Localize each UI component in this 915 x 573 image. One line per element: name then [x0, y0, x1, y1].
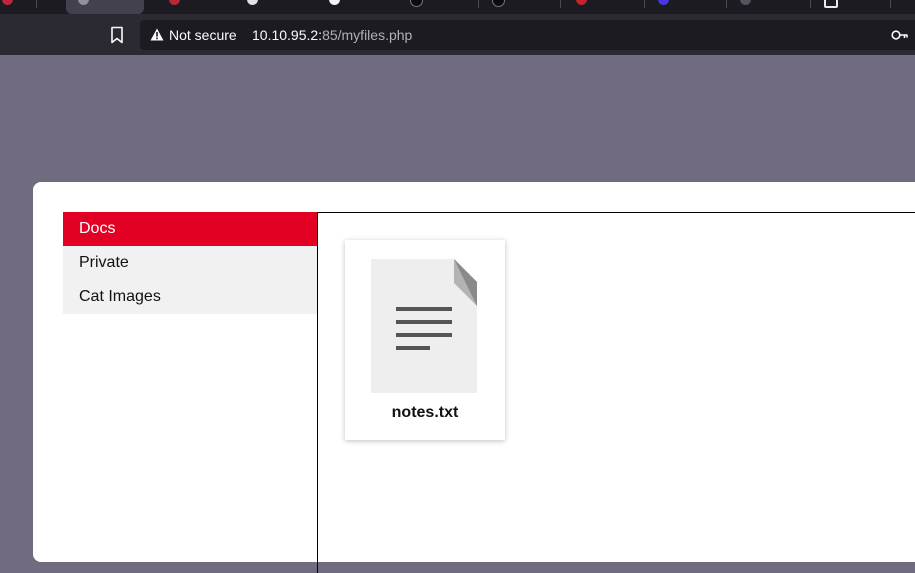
tab-favicon-icon	[169, 0, 180, 5]
page-card: Docs Private Cat Images notes.txt	[33, 182, 915, 573]
file-pane: notes.txt	[317, 212, 915, 573]
sidebar-item-cat-images[interactable]: Cat Images	[63, 280, 317, 314]
tab-separator	[810, 0, 811, 8]
tab-favicon-icon	[2, 0, 13, 5]
tab-separator	[36, 0, 37, 8]
tab-separator	[644, 0, 645, 8]
tab[interactable]	[0, 0, 60, 14]
tab[interactable]	[646, 0, 727, 14]
tab[interactable]	[480, 0, 562, 14]
tab-separator	[726, 0, 727, 8]
tab-favicon-icon	[78, 0, 89, 5]
tab[interactable]	[155, 0, 235, 14]
tab-favicon-icon	[658, 0, 669, 5]
tab-favicon-icon	[492, 0, 505, 7]
warning-icon[interactable]	[150, 28, 164, 46]
tab-favicon-icon	[410, 0, 423, 7]
address-bar[interactable]: Not secure 10.10.95.2:85/myfiles.php	[140, 20, 915, 50]
tab-active[interactable]	[66, 0, 144, 14]
url-path: 85/myfiles.php	[322, 27, 413, 43]
tab-favicon-icon	[824, 0, 838, 8]
bookmark-icon[interactable]	[106, 24, 128, 46]
url-host: 10.10.95.2:	[252, 27, 323, 43]
url-text[interactable]: 10.10.95.2:85/myfiles.php	[252, 27, 412, 43]
sidebar-item-private[interactable]: Private	[63, 246, 317, 280]
key-icon[interactable]	[891, 28, 909, 46]
security-label[interactable]: Not secure	[169, 27, 237, 43]
tab[interactable]	[396, 0, 479, 14]
tab-favicon-icon	[329, 0, 340, 5]
tab-separator	[890, 0, 891, 8]
tab-separator	[478, 0, 479, 8]
tab-favicon-icon	[247, 0, 258, 5]
text-file-icon	[371, 259, 477, 398]
tab[interactable]	[812, 0, 892, 14]
tab[interactable]	[235, 0, 315, 14]
tab-separator	[560, 0, 561, 8]
tab[interactable]	[315, 0, 395, 14]
tab[interactable]	[728, 0, 811, 14]
file-name: notes.txt	[391, 404, 459, 421]
sidebar: Docs Private Cat Images	[63, 212, 317, 314]
tab[interactable]	[564, 0, 645, 14]
tab-strip	[0, 0, 915, 14]
navigation-bar: Not secure 10.10.95.2:85/myfiles.php	[0, 14, 915, 55]
file-item[interactable]: notes.txt	[345, 240, 505, 440]
sidebar-item-docs[interactable]: Docs	[63, 212, 317, 246]
tab-favicon-icon	[576, 0, 587, 5]
tab-favicon-icon	[740, 0, 751, 5]
